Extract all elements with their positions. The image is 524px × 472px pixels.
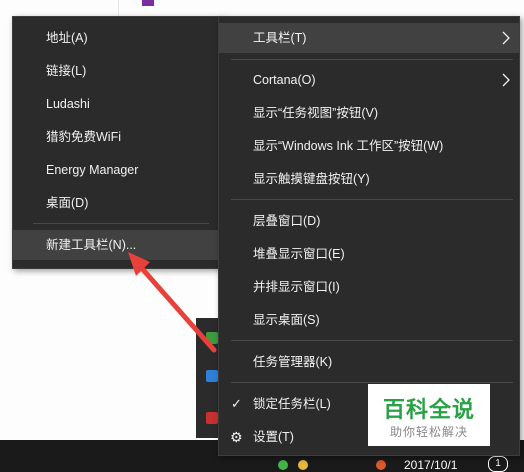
menu-item-show-task-view[interactable]: 显示“任务视图”按钮(V) <box>219 98 519 128</box>
tray-app-icon[interactable] <box>206 412 218 424</box>
menu-separator <box>33 223 209 224</box>
menu-item-show-desktop[interactable]: 显示桌面(S) <box>219 305 519 335</box>
menu-item-side-by-side[interactable]: 并排显示窗口(I) <box>219 272 519 302</box>
menu-item-show-ink-workspace[interactable]: 显示“Windows Ink 工作区”按钮(W) <box>219 131 519 161</box>
tray-status-icon[interactable] <box>278 460 288 470</box>
menu-separator <box>231 382 513 383</box>
tray-status-icon[interactable] <box>376 460 386 470</box>
menu-item-show-touch-keyboard[interactable]: 显示触摸键盘按钮(Y) <box>219 164 519 194</box>
menu-item-desktop[interactable]: 桌面(D) <box>13 188 220 218</box>
menu-item-address[interactable]: 地址(A) <box>13 23 220 53</box>
notification-badge[interactable]: 1 <box>488 456 508 472</box>
menu-item-links[interactable]: 链接(L) <box>13 56 220 86</box>
menu-item-ludashi[interactable]: Ludashi <box>13 89 220 119</box>
menu-item-label: 地址(A) <box>46 31 88 45</box>
menu-item-label: 显示“Windows Ink 工作区”按钮(W) <box>253 139 444 153</box>
menu-item-label: 桌面(D) <box>46 196 89 210</box>
menu-item-energy-manager[interactable]: Energy Manager <box>13 155 220 185</box>
menu-separator <box>231 59 513 60</box>
menu-item-label: 显示“任务视图”按钮(V) <box>253 106 378 120</box>
menu-item-cortana[interactable]: Cortana(O) <box>219 65 519 95</box>
menu-item-toolbars[interactable]: 工具栏(T) <box>219 23 519 53</box>
menu-item-label: 堆叠显示窗口(E) <box>253 247 345 261</box>
menu-item-stack-windows[interactable]: 堆叠显示窗口(E) <box>219 239 519 269</box>
toolbars-submenu: 地址(A) 链接(L) Ludashi 猎豹免费WiFi Energy Mana… <box>12 16 221 269</box>
app-icon-fragment <box>142 0 154 6</box>
menu-item-label: Ludashi <box>46 97 90 111</box>
menu-item-label: 锁定任务栏(L) <box>253 397 331 411</box>
menu-item-label: 工具栏(T) <box>253 31 307 45</box>
menu-item-label: Energy Manager <box>46 163 139 177</box>
menu-item-wifi[interactable]: 猎豹免费WiFi <box>13 122 220 152</box>
menu-item-cascade-windows[interactable]: 层叠窗口(D) <box>219 206 519 236</box>
gear-icon: ⚙ <box>230 429 243 445</box>
menu-separator <box>231 199 513 200</box>
check-icon: ✓ <box>231 396 242 411</box>
menu-item-label: Cortana(O) <box>253 73 316 87</box>
menu-item-new-toolbar[interactable]: 新建工具栏(N)... <box>13 230 220 260</box>
menu-item-label: 显示触摸键盘按钮(Y) <box>253 172 370 186</box>
menu-separator <box>231 340 513 341</box>
menu-item-label: 任务管理器(K) <box>253 355 333 369</box>
chevron-right-icon <box>502 31 510 45</box>
watermark-logo: 百科全说 助你轻松解决 <box>368 384 490 446</box>
watermark-title: 百科全说 <box>382 397 475 422</box>
menu-item-task-manager[interactable]: 任务管理器(K) <box>219 347 519 377</box>
menu-item-label: 猎豹免费WiFi <box>46 130 121 144</box>
menu-item-label: 新建工具栏(N)... <box>46 238 137 252</box>
tray-app-icon[interactable] <box>206 332 218 344</box>
watermark-subtitle: 助你轻松解决 <box>389 425 468 439</box>
taskbar-date[interactable]: 2017/10/1 <box>404 458 457 472</box>
menu-item-label: 设置(T) <box>253 430 294 444</box>
menu-item-label: 显示桌面(S) <box>253 313 320 327</box>
menu-item-label: 层叠窗口(D) <box>253 214 321 228</box>
menu-item-label: 链接(L) <box>46 64 87 78</box>
chevron-right-icon <box>502 73 510 87</box>
menu-item-label: 并排显示窗口(I) <box>253 280 340 294</box>
tray-app-icon[interactable] <box>206 370 218 382</box>
tray-status-icon[interactable] <box>298 460 308 470</box>
